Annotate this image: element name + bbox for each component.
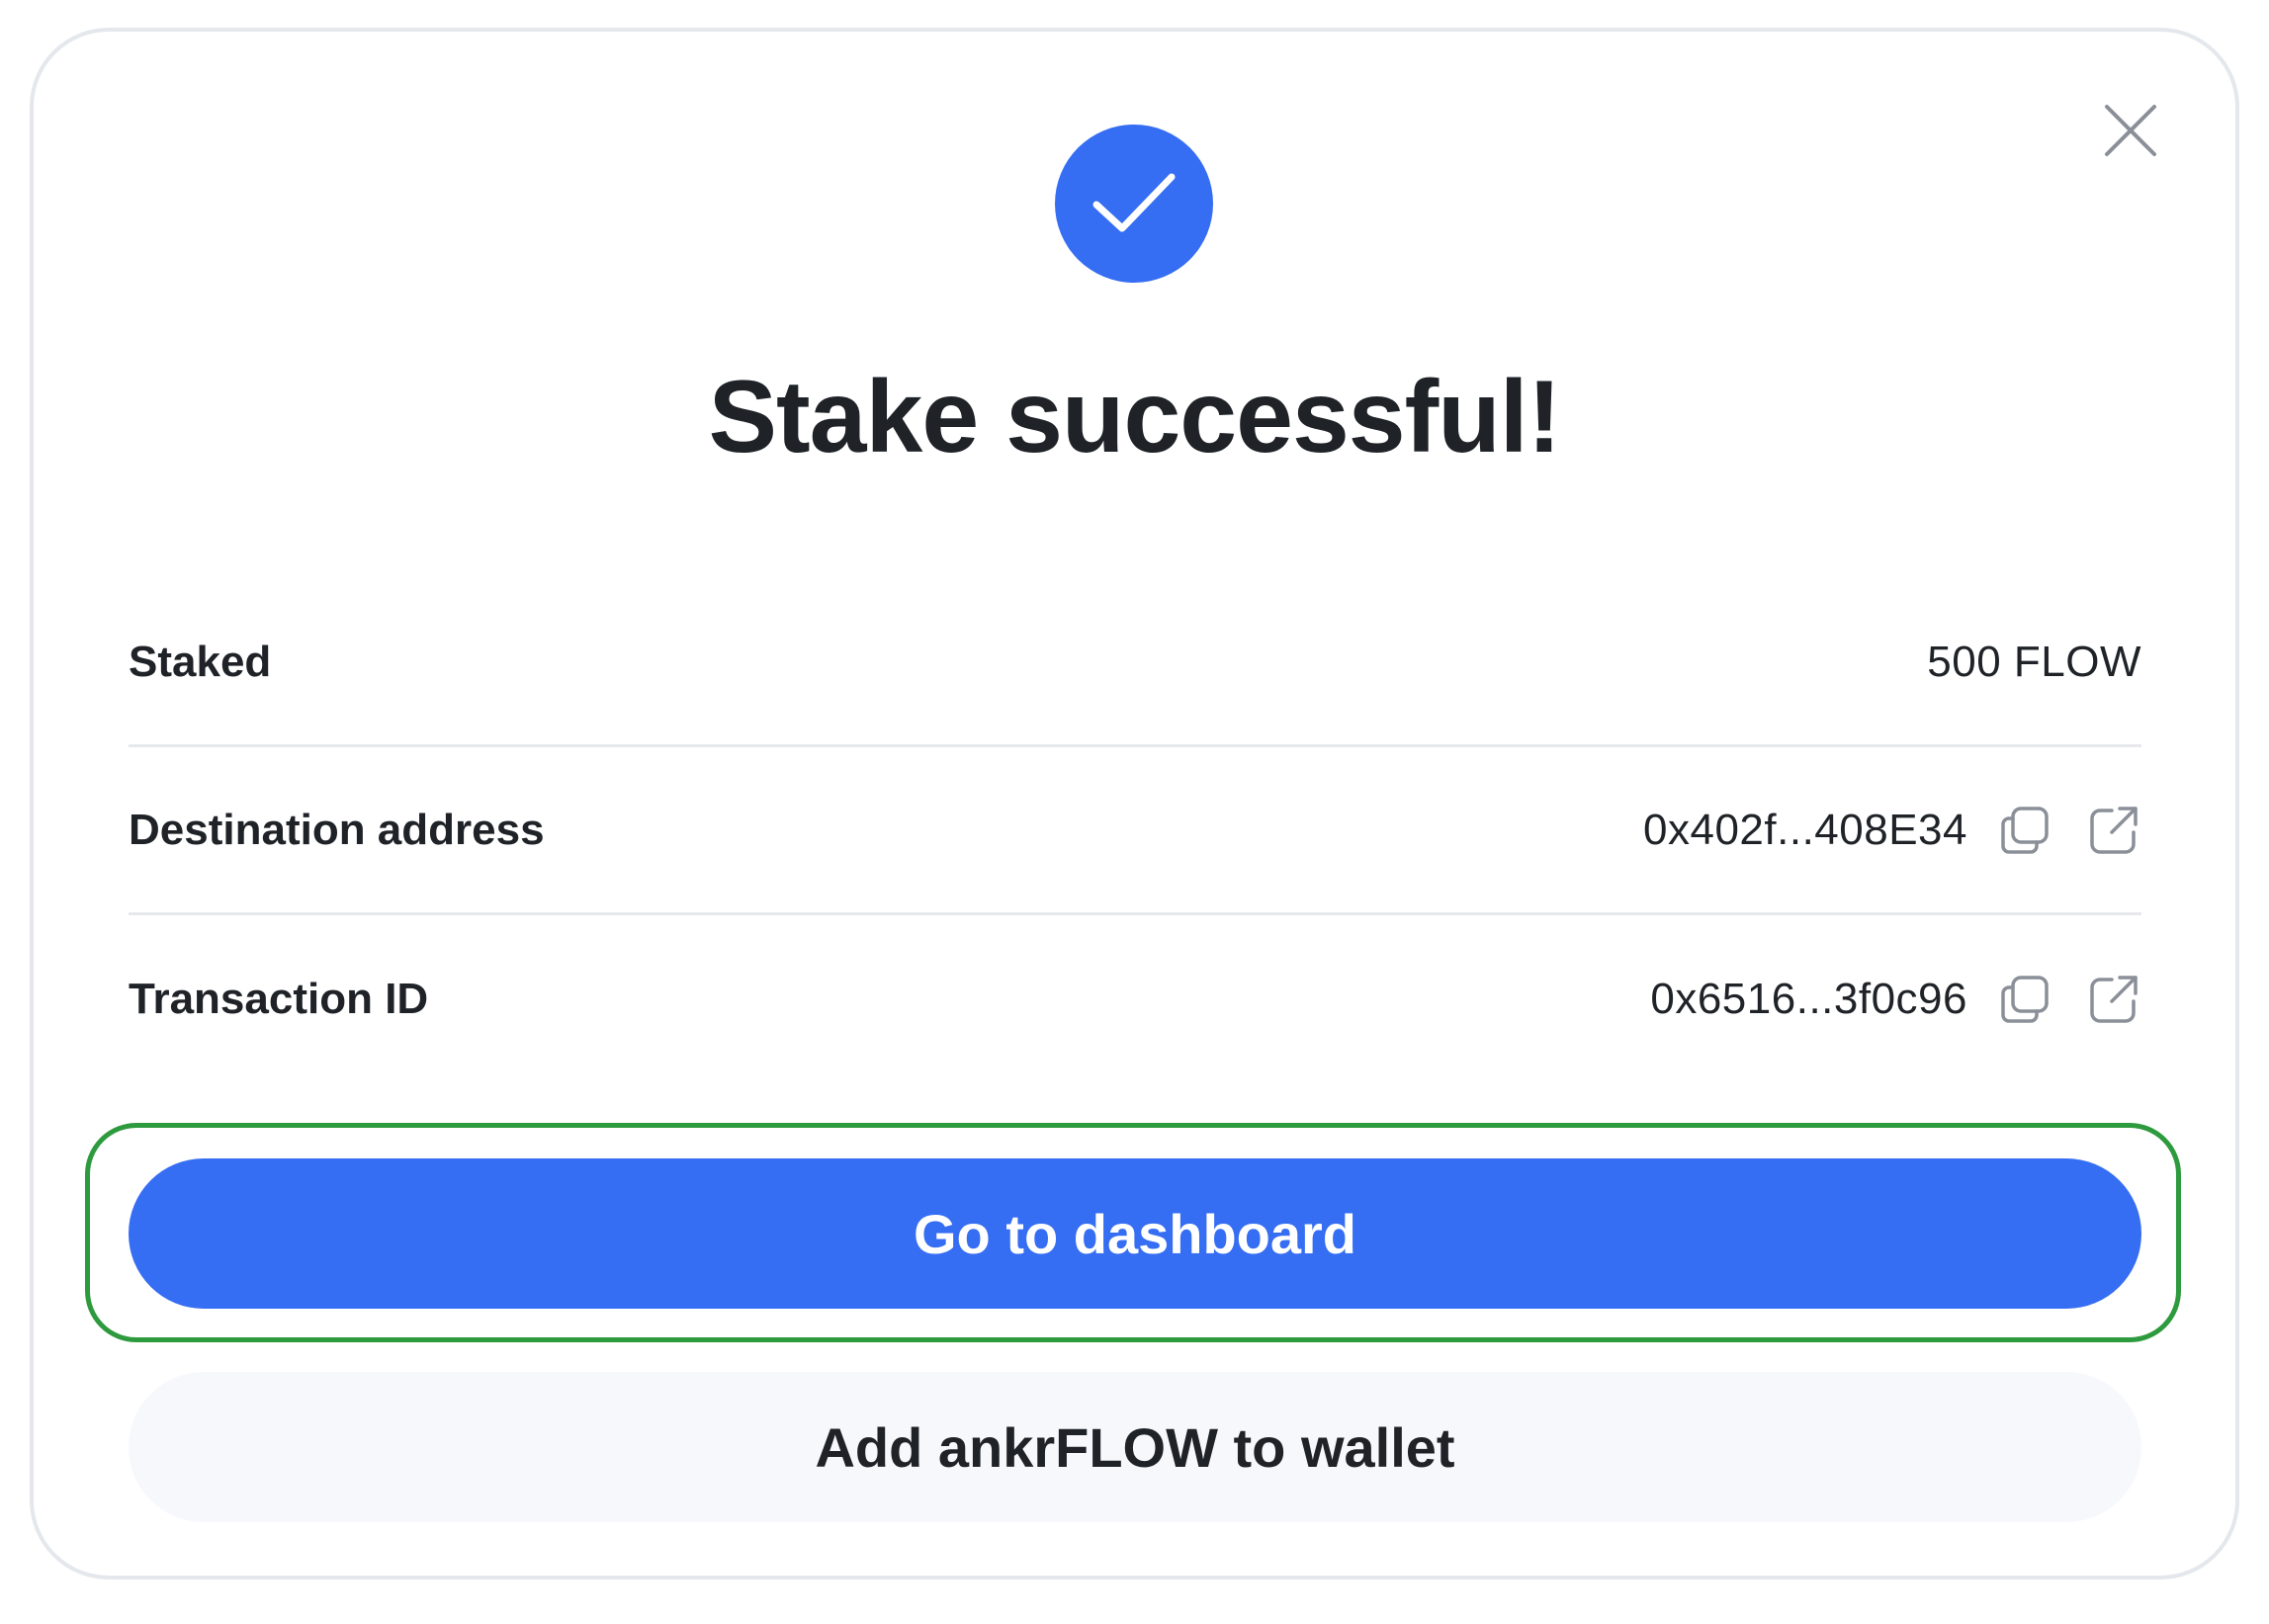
- copy-transaction-button[interactable]: [1997, 972, 2052, 1027]
- external-link-icon: [2090, 806, 2138, 854]
- add-token-to-wallet-button[interactable]: Add ankrFLOW to wallet: [129, 1372, 2141, 1522]
- open-transaction-explorer-button[interactable]: [2086, 972, 2141, 1027]
- external-link-icon: [2090, 976, 2138, 1023]
- staked-amount: 500 FLOW: [1927, 637, 2141, 686]
- row-value-group: 0x402f...408E34: [1643, 803, 2141, 858]
- copy-destination-button[interactable]: [1997, 803, 2052, 858]
- row-label: Transaction ID: [129, 975, 429, 1023]
- row-label: Destination address: [129, 805, 545, 854]
- open-destination-explorer-button[interactable]: [2086, 803, 2141, 858]
- close-button[interactable]: [2103, 103, 2158, 158]
- detail-row-staked: Staked 500 FLOW: [129, 579, 2141, 747]
- go-to-dashboard-button[interactable]: Go to dashboard: [129, 1158, 2141, 1309]
- success-badge: [1055, 125, 1213, 283]
- close-icon: [2105, 105, 2156, 156]
- row-value-group: 0x6516...3f0c96: [1650, 972, 2141, 1027]
- row-value-group: 500 FLOW: [1927, 638, 2141, 687]
- transaction-id: 0x6516...3f0c96: [1650, 975, 1967, 1023]
- check-icon: [1092, 173, 1176, 232]
- detail-row-destination: Destination address 0x402f...408E34: [129, 747, 2141, 915]
- dialog-title: Stake successful!: [708, 360, 1562, 474]
- row-label: Staked: [129, 637, 272, 686]
- copy-icon: [2001, 976, 2049, 1023]
- detail-row-transaction: Transaction ID 0x6516...3f0c96: [129, 915, 2141, 1083]
- copy-icon: [2001, 806, 2049, 854]
- destination-address: 0x402f...408E34: [1643, 805, 1967, 854]
